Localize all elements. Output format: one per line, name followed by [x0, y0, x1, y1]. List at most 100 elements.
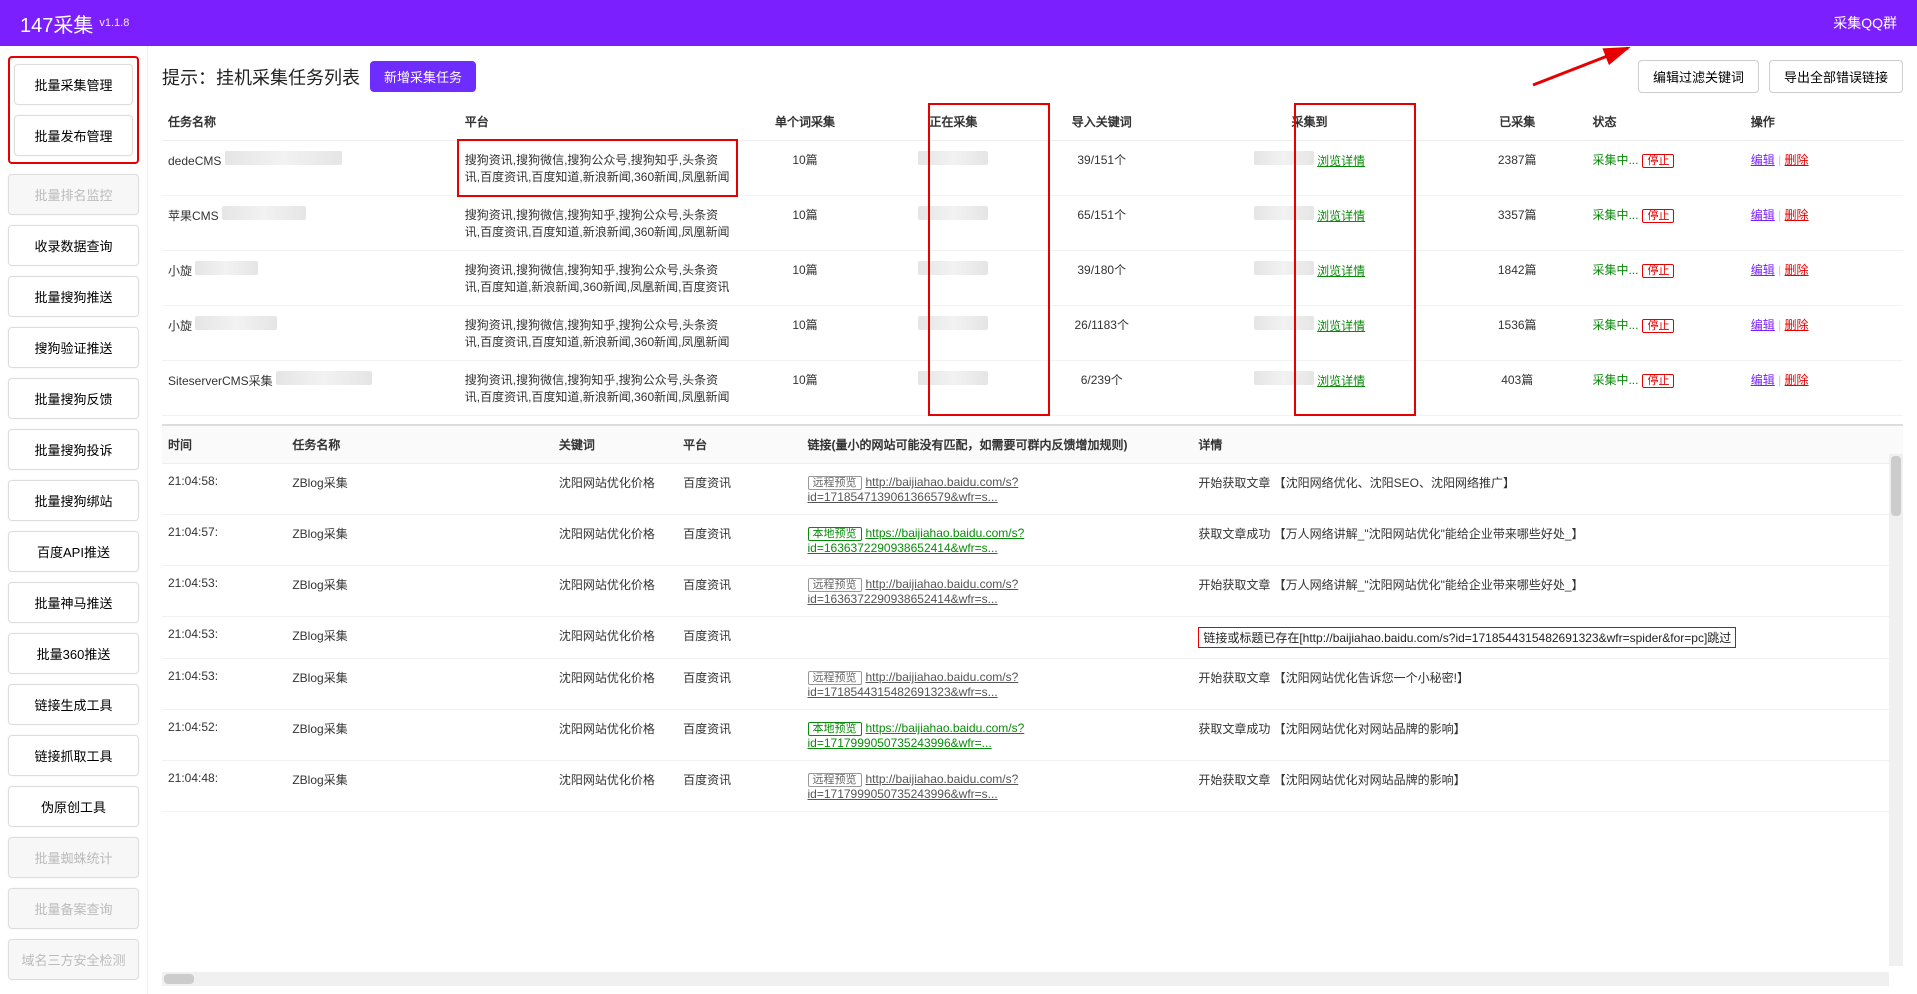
stop-button[interactable]: 停止 — [1642, 209, 1674, 223]
log-row: 21:04:53:ZBlog采集沈阳网站优化价格百度资讯链接或标题已存在[htt… — [162, 617, 1903, 659]
local-preview-badge[interactable]: 本地预览 — [808, 722, 862, 736]
edit-link[interactable]: 编辑 — [1751, 318, 1775, 332]
qq-group-link[interactable]: 采集QQ群 — [1833, 13, 1897, 33]
task-name-cell: 小旋 — [162, 306, 459, 361]
sidebar-item-7[interactable]: 百度API推送 — [8, 531, 139, 572]
delete-link[interactable]: 删除 — [1785, 318, 1809, 332]
task-collectto-cell: 浏览详情 — [1171, 361, 1448, 416]
log-plat-cell: 百度资讯 — [677, 710, 801, 761]
task-collectto-cell: 浏览详情 — [1171, 196, 1448, 251]
delete-link[interactable]: 删除 — [1785, 373, 1809, 387]
edit-link[interactable]: 编辑 — [1751, 208, 1775, 222]
log-time-cell: 21:04:58: — [162, 464, 286, 515]
remote-preview-badge[interactable]: 远程预览 — [808, 578, 862, 592]
sidebar-item-2[interactable]: 批量搜狗推送 — [8, 276, 139, 317]
sidebar-item-6[interactable]: 批量搜狗绑站 — [8, 480, 139, 521]
new-task-button[interactable]: 新增采集任务 — [370, 61, 476, 92]
page-title: 提示：挂机采集任务列表 — [162, 64, 360, 90]
task-table: 任务名称平台单个词采集正在采集导入关键词采集到已采集状态操作 dedeCMS 搜… — [162, 103, 1903, 416]
task-status-cell: 采集中...停止 — [1586, 196, 1744, 251]
delete-link[interactable]: 删除 — [1785, 208, 1809, 222]
log-detail-highlight: 链接或标题已存在[http://baijiahao.baidu.com/s?id… — [1198, 627, 1736, 648]
task-row: SiteserverCMS采集 搜狗资讯,搜狗微信,搜狗知乎,搜狗公众号,头条资… — [162, 361, 1903, 416]
log-plat-cell: 百度资讯 — [677, 515, 801, 566]
local-preview-badge[interactable]: 本地预览 — [808, 527, 862, 541]
log-kw-cell: 沈阳网站优化价格 — [553, 566, 677, 617]
task-collecting-cell — [874, 196, 1032, 251]
log-kw-cell: 沈阳网站优化价格 — [553, 659, 677, 710]
log-panel: 时间任务名称关键词平台链接(量小的网站可能没有匹配，如需要可群内反馈增加规则)详… — [162, 424, 1903, 986]
remote-preview-badge[interactable]: 远程预览 — [808, 773, 862, 787]
task-collectto-cell: 浏览详情 — [1171, 141, 1448, 196]
log-detail-cell: 获取文章成功 【万人网络讲解_"沈阳网站优化"能给企业带来哪些好处_】 — [1192, 515, 1903, 566]
task-name-cell: dedeCMS — [162, 141, 459, 196]
task-name-cell: SiteserverCMS采集 — [162, 361, 459, 416]
sidebar-item-collect-manage[interactable]: 批量采集管理 — [14, 64, 133, 105]
delete-link[interactable]: 删除 — [1785, 263, 1809, 277]
log-time-cell: 21:04:52: — [162, 710, 286, 761]
task-ops-cell: 编辑 | 删除 — [1745, 361, 1903, 416]
export-error-links-button[interactable]: 导出全部错误链接 — [1769, 60, 1903, 93]
log-kw-cell: 沈阳网站优化价格 — [553, 761, 677, 812]
delete-link[interactable]: 删除 — [1785, 153, 1809, 167]
view-detail-link[interactable]: 浏览详情 — [1317, 374, 1365, 388]
sidebar-item-11[interactable]: 链接抓取工具 — [8, 735, 139, 776]
task-single-cell: 10篇 — [736, 251, 874, 306]
task-single-cell: 10篇 — [736, 196, 874, 251]
edit-filter-keywords-button[interactable]: 编辑过滤关键词 — [1638, 60, 1759, 93]
stop-button[interactable]: 停止 — [1642, 264, 1674, 278]
task-name-cell: 小旋 — [162, 251, 459, 306]
sidebar-item-10[interactable]: 链接生成工具 — [8, 684, 139, 725]
sidebar-item-12[interactable]: 伪原创工具 — [8, 786, 139, 827]
task-keywords-cell: 39/180个 — [1033, 251, 1171, 306]
task-single-cell: 10篇 — [736, 361, 874, 416]
task-th-3: 正在采集 — [874, 103, 1032, 141]
task-collected-cell: 1842篇 — [1448, 251, 1586, 306]
log-link-cell — [802, 617, 1193, 659]
remote-preview-badge[interactable]: 远程预览 — [808, 671, 862, 685]
task-collected-cell: 2387篇 — [1448, 141, 1586, 196]
main-content: 提示：挂机采集任务列表 新增采集任务 编辑过滤关键词 导出全部错误链接 任务名称… — [148, 46, 1917, 994]
task-th-7: 状态 — [1586, 103, 1744, 141]
log-table: 时间任务名称关键词平台链接(量小的网站可能没有匹配，如需要可群内反馈增加规则)详… — [162, 426, 1903, 812]
remote-preview-badge[interactable]: 远程预览 — [808, 476, 862, 490]
stop-button[interactable]: 停止 — [1642, 319, 1674, 333]
sidebar-item-1[interactable]: 收录数据查询 — [8, 225, 139, 266]
sidebar-item-8[interactable]: 批量神马推送 — [8, 582, 139, 623]
log-scrollbar-vertical[interactable] — [1889, 454, 1903, 966]
sidebar-item-publish-manage[interactable]: 批量发布管理 — [14, 115, 133, 156]
stop-button[interactable]: 停止 — [1642, 374, 1674, 388]
sidebar-item-3[interactable]: 搜狗验证推送 — [8, 327, 139, 368]
log-task-cell: ZBlog采集 — [286, 761, 552, 812]
edit-link[interactable]: 编辑 — [1751, 263, 1775, 277]
log-scrollbar-horizontal[interactable] — [162, 972, 1889, 986]
log-time-cell: 21:04:53: — [162, 566, 286, 617]
log-task-cell: ZBlog采集 — [286, 464, 552, 515]
edit-link[interactable]: 编辑 — [1751, 153, 1775, 167]
log-time-cell: 21:04:53: — [162, 617, 286, 659]
task-keywords-cell: 39/151个 — [1033, 141, 1171, 196]
edit-link[interactable]: 编辑 — [1751, 373, 1775, 387]
log-link-cell: 远程预览http://baijiahao.baidu.com/s?id=1718… — [802, 464, 1193, 515]
sidebar-item-5[interactable]: 批量搜狗投诉 — [8, 429, 139, 470]
task-collected-cell: 403篇 — [1448, 361, 1586, 416]
stop-button[interactable]: 停止 — [1642, 154, 1674, 168]
task-single-cell: 10篇 — [736, 141, 874, 196]
log-task-cell: ZBlog采集 — [286, 659, 552, 710]
sidebar-item-13: 批量蜘蛛统计 — [8, 837, 139, 878]
task-platform-cell: 搜狗资讯,搜狗微信,搜狗知乎,搜狗公众号,头条资讯,百度知道,新浪新闻,360新… — [459, 251, 736, 306]
log-plat-cell: 百度资讯 — [677, 659, 801, 710]
log-th-4: 链接(量小的网站可能没有匹配，如需要可群内反馈增加规则) — [802, 426, 1193, 464]
task-th-0: 任务名称 — [162, 103, 459, 141]
task-platform-cell: 搜狗资讯,搜狗微信,搜狗知乎,搜狗公众号,头条资讯,百度资讯,百度知道,新浪新闻… — [459, 361, 736, 416]
view-detail-link[interactable]: 浏览详情 — [1317, 209, 1365, 223]
view-detail-link[interactable]: 浏览详情 — [1317, 264, 1365, 278]
sidebar-item-9[interactable]: 批量360推送 — [8, 633, 139, 674]
log-row: 21:04:53:ZBlog采集沈阳网站优化价格百度资讯远程预览http://b… — [162, 659, 1903, 710]
log-link-cell: 远程预览http://baijiahao.baidu.com/s?id=1717… — [802, 761, 1193, 812]
log-task-cell: ZBlog采集 — [286, 515, 552, 566]
view-detail-link[interactable]: 浏览详情 — [1317, 154, 1365, 168]
sidebar-item-4[interactable]: 批量搜狗反馈 — [8, 378, 139, 419]
view-detail-link[interactable]: 浏览详情 — [1317, 319, 1365, 333]
task-collectto-cell: 浏览详情 — [1171, 251, 1448, 306]
